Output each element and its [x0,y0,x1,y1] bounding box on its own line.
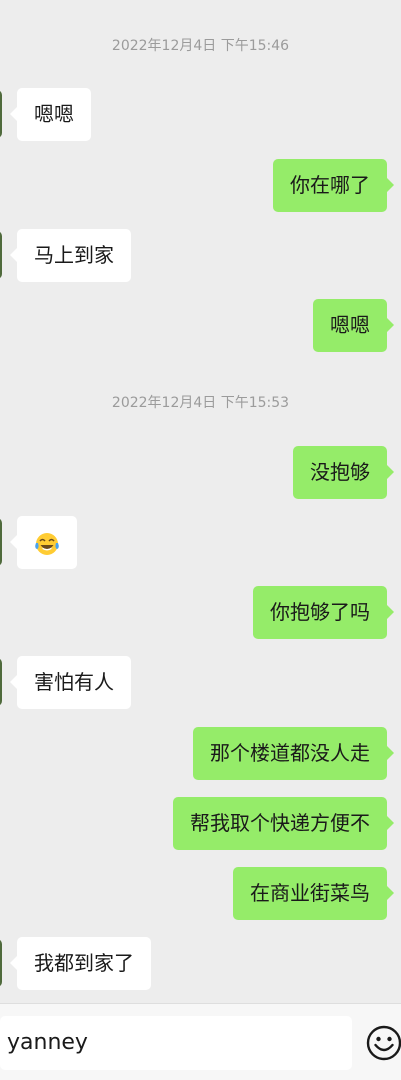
contact-avatar[interactable] [0,90,2,138]
timestamp: 2022年12月4日 下午15:46 [111,38,290,54]
contact-avatar[interactable] [0,658,2,706]
message-bubble-incoming[interactable]: 马上到家 [10,229,131,282]
contact-avatar[interactable] [0,939,2,987]
contact-avatar[interactable] [0,231,2,279]
message-bubble-outgoing[interactable]: 你抱够了吗 [253,586,394,639]
smiley-icon[interactable] [365,1024,401,1062]
contact-avatar[interactable] [0,518,2,566]
message-bubble-outgoing[interactable]: 帮我取个快递方便不 [173,797,394,850]
input-bar: yanney [0,1003,401,1080]
message-bubble-incoming-emoji[interactable] [10,516,77,569]
message-bubble-outgoing[interactable]: 嗯嗯 [313,299,394,352]
message-bubble-incoming[interactable]: 嗯嗯 [10,88,91,141]
message-bubble-outgoing[interactable]: 你在哪了 [273,159,394,212]
chat-area: 2022年12月4日 下午15:46 嗯嗯 你在哪了 马上到家 嗯嗯 2022年… [0,0,401,1003]
timestamp: 2022年12月4日 下午15:53 [111,395,290,411]
message-bubble-incoming[interactable]: 我都到家了 [10,937,151,990]
message-input[interactable]: yanney [0,1016,352,1070]
message-bubble-outgoing[interactable]: 在商业街菜鸟 [233,867,394,920]
message-bubble-outgoing[interactable]: 那个楼道都没人走 [193,727,394,780]
tears-of-joy-emoji [35,532,59,555]
message-bubble-outgoing[interactable]: 没抱够 [293,446,394,499]
message-bubble-incoming[interactable]: 害怕有人 [10,656,131,709]
